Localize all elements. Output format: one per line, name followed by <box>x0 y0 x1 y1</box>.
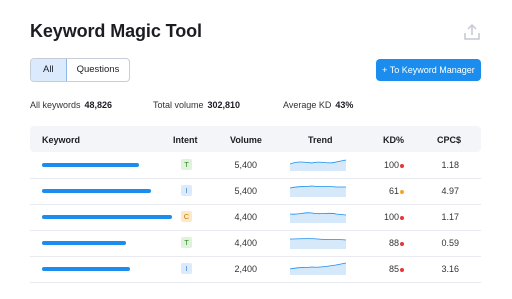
keyword-table: Keyword Intent Volume Trend KD% CPC$ T 5,… <box>30 126 481 283</box>
kd-value: 61 <box>388 186 399 196</box>
table-row[interactable]: I 5,400 61 4.97 <box>30 178 481 205</box>
kd-difficulty-dot <box>400 190 404 194</box>
keyword-filter-tabs: All Questions <box>30 58 131 82</box>
trend-sparkline <box>290 262 347 275</box>
header-kd[interactable]: KD% <box>383 135 404 145</box>
kd-value: 88 <box>388 238 399 248</box>
header-keyword[interactable]: Keyword <box>42 135 80 145</box>
average-kd-value: 43% <box>335 100 354 110</box>
kd-difficulty-dot <box>400 164 404 168</box>
total-volume-value: 302,810 <box>207 100 241 110</box>
table-row[interactable]: T 4,400 88 0.59 <box>30 230 481 257</box>
add-to-keyword-manager-button[interactable]: + To Keyword Manager <box>376 59 481 81</box>
trend-sparkline <box>290 212 347 223</box>
kd-value: 85 <box>388 264 399 274</box>
table-row[interactable]: I 2,400 85 3.16 <box>30 256 481 283</box>
intent-badge: T <box>181 237 192 248</box>
volume-value: 5,400 <box>234 186 257 196</box>
intent-badge: T <box>181 159 192 170</box>
table-header: Keyword Intent Volume Trend KD% CPC$ <box>30 126 481 152</box>
volume-value: 4,400 <box>234 212 257 222</box>
cpc-value: 0.59 <box>441 238 459 248</box>
page-title: Keyword Magic Tool <box>30 21 202 41</box>
table-row[interactable]: C 4,400 100 1.17 <box>30 204 481 231</box>
export-icon <box>464 23 480 40</box>
intent-badge: I <box>181 263 192 274</box>
header-trend: Trend <box>308 135 333 145</box>
kd-difficulty-dot <box>400 242 404 246</box>
summary-total-volume: Total volume 302,810 <box>153 100 240 110</box>
intent-badge: C <box>181 211 192 222</box>
cpc-value: 1.18 <box>441 160 459 170</box>
keyword-link[interactable] <box>42 163 139 167</box>
cpc-value: 3.16 <box>441 264 459 274</box>
header-intent[interactable]: Intent <box>173 135 198 145</box>
intent-badge: I <box>181 185 192 196</box>
volume-value: 4,400 <box>234 238 257 248</box>
export-button[interactable] <box>461 21 483 43</box>
kd-difficulty-dot <box>400 268 404 272</box>
tab-all[interactable]: All <box>31 59 67 81</box>
keyword-link[interactable] <box>42 215 172 219</box>
total-volume-label: Total volume <box>153 100 204 110</box>
kd-value: 100 <box>383 160 399 170</box>
keyword-link[interactable] <box>42 241 126 245</box>
header-cpc[interactable]: CPC$ <box>437 135 461 145</box>
volume-value: 2,400 <box>234 264 257 274</box>
kd-value: 100 <box>383 212 399 222</box>
volume-value: 5,400 <box>234 160 257 170</box>
all-keywords-value: 48,826 <box>84 100 113 110</box>
cpc-value: 1.17 <box>441 212 459 222</box>
summary-average-kd: Average KD 43% <box>283 100 353 110</box>
kd-difficulty-dot <box>400 216 404 220</box>
keyword-link[interactable] <box>42 189 151 193</box>
trend-sparkline <box>290 185 346 197</box>
trend-sparkline <box>290 159 347 171</box>
tab-questions[interactable]: Questions <box>67 59 130 81</box>
summary-all-keywords: All keywords 48,826 <box>30 100 112 110</box>
keyword-link[interactable] <box>42 267 130 271</box>
cpc-value: 4.97 <box>441 186 459 196</box>
trend-sparkline <box>290 238 347 249</box>
all-keywords-label: All keywords <box>30 100 81 110</box>
header-volume[interactable]: Volume <box>230 135 262 145</box>
table-row[interactable]: T 5,400 100 1.18 <box>30 152 481 179</box>
average-kd-label: Average KD <box>283 100 332 110</box>
